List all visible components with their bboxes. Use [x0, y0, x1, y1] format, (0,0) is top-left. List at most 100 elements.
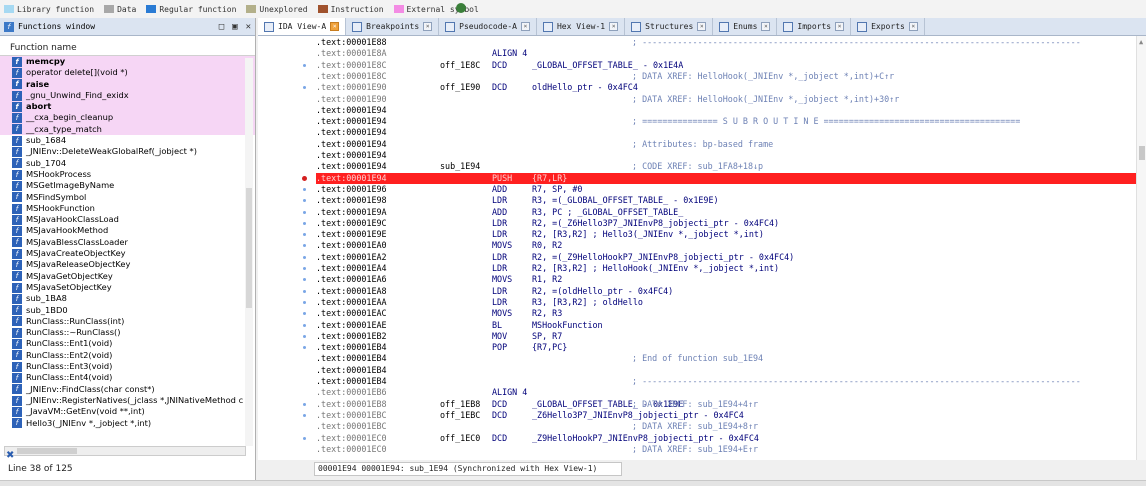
- function-list-item[interactable]: f sub_1BA8: [0, 293, 255, 304]
- tab-imports[interactable]: Imports ×: [777, 18, 852, 35]
- function-list-item[interactable]: f _JNIEnv::RegisterNatives(_jclass *,JNIN…: [0, 395, 255, 406]
- function-list-item[interactable]: f RunClass::Ent1(void): [0, 338, 255, 350]
- disasm-line[interactable]: .text:00001E9E LDR R2, [R3,R2] ; Hello3(_J…: [316, 229, 1136, 240]
- disasm-line[interactable]: .text:00001E94 ; Attributes: bp-based fra…: [316, 139, 1136, 150]
- float-icon[interactable]: ▣: [232, 22, 237, 32]
- function-list-item[interactable]: f RunClass::~RunClass(): [0, 327, 255, 338]
- disasm-line[interactable]: .text:00001E94: [316, 150, 1136, 161]
- function-list-item[interactable]: f __cxa_type_match: [0, 123, 255, 136]
- function-list-item[interactable]: f sub_1704: [0, 158, 255, 169]
- search-filter-icon[interactable]: ✖: [6, 450, 14, 461]
- disasm-line[interactable]: .text:00001EC0 off_1EC0 DCD _Z9HelloHookP7_…: [316, 433, 1136, 444]
- disasm-line[interactable]: .text:00001EB6 ALIGN 4: [316, 387, 1136, 398]
- function-list-item[interactable]: f sub_1BD0: [0, 305, 255, 316]
- breakpoint-icon[interactable]: [302, 175, 307, 181]
- disasm-line[interactable]: .text:00001E90 off_1E90 DCD oldHello_ptr - …: [316, 82, 1136, 93]
- disasm-line[interactable]: .text:00001EB2 MOV SP, R7: [316, 331, 1136, 342]
- disasm-line[interactable]: .text:00001EA6 MOVS R1, R2: [316, 274, 1136, 285]
- function-list-item[interactable]: f MSJavaGetObjectKey: [0, 271, 255, 282]
- disasm-line[interactable]: .text:00001EC0 ; DATA XREF: sub_1E94+E↑r: [316, 444, 1136, 455]
- close-icon[interactable]: ✕: [246, 22, 251, 32]
- function-list-item[interactable]: f Hello3(_JNIEnv *,_jobject *,int): [0, 418, 255, 429]
- disasm-line[interactable]: .text:00001EA8 LDR R2, =(oldHello_ptr - 0x…: [316, 286, 1136, 297]
- function-list-item[interactable]: f MSHookFunction: [0, 203, 255, 214]
- disasm-line[interactable]: .text:00001EBC off_1EBC DCD _Z6Hello3P7_JNI…: [316, 410, 1136, 421]
- function-list-item[interactable]: f MSJavaHookMethod: [0, 225, 255, 237]
- close-tab-icon[interactable]: ×: [520, 22, 530, 31]
- disasm-line[interactable]: .text:00001EB4 ; End of function sub_1E94: [316, 353, 1136, 364]
- close-tab-icon[interactable]: ×: [697, 22, 707, 31]
- disasm-line[interactable]: .text:00001E94: [316, 105, 1136, 116]
- tab-enums[interactable]: Enums ×: [713, 18, 778, 35]
- function-list-item[interactable]: f _JNIEnv::FindClass(char const*): [0, 384, 255, 395]
- disasm-line[interactable]: .text:00001E94 ; =============== S U B R …: [316, 116, 1136, 127]
- disasm-line[interactable]: .text:00001EAC MOVS R2, R3: [316, 308, 1136, 319]
- function-list-item[interactable]: f __cxa_begin_cleanup: [0, 112, 255, 124]
- tab-breakpoints[interactable]: Breakpoints ×: [346, 18, 440, 35]
- function-list-item[interactable]: f _JNIEnv::DeleteWeakGlobalRef(_jobject *…: [0, 146, 255, 158]
- function-list-item[interactable]: f RunClass::Ent4(void): [0, 372, 255, 383]
- disasm-line[interactable]: .text:00001E8A ALIGN 4: [316, 48, 1136, 59]
- function-list-item[interactable]: f raise: [0, 78, 255, 90]
- function-list-item[interactable]: f MSFindSymbol: [0, 192, 255, 203]
- ida-view-disassembly[interactable]: ▲ .text:00001E88 ; ----------------------…: [258, 36, 1146, 460]
- function-list-item[interactable]: f MSJavaReleaseObjectKey: [0, 259, 255, 270]
- function-list-item[interactable]: f _JavaVM::GetEnv(void **,int): [0, 406, 255, 417]
- disasm-line[interactable]: .text:00001E90 ; DATA XREF: HelloHook(_JN…: [316, 94, 1136, 105]
- functions-window-tab[interactable]: f Functions window □ ▣ ✕: [0, 18, 255, 36]
- function-list-item[interactable]: f MSHookProcess: [0, 169, 255, 180]
- function-list-item[interactable]: f RunClass::Ent2(void): [0, 350, 255, 361]
- function-list-item[interactable]: f sub_1684: [0, 135, 255, 146]
- disasm-line[interactable]: .text:00001E9C LDR R2, =(_Z6Hello3P7_JNIEn…: [316, 218, 1136, 229]
- disasm-line[interactable]: .text:00001EBC ; DATA XREF: sub_1E94+8↑r: [316, 421, 1136, 432]
- disasm-line[interactable]: .text:00001EB4: [316, 365, 1136, 376]
- disasm-line[interactable]: .text:00001E8C off_1E8C DCD _GLOBAL_OFFSET_…: [316, 60, 1136, 71]
- legend-swatch: [246, 5, 257, 13]
- disasm-line[interactable]: .text:00001E98 LDR R3, =(_GLOBAL_OFFSET_TA…: [316, 195, 1136, 206]
- function-list-item[interactable]: f memcpy: [0, 56, 255, 68]
- disasm-line[interactable]: .text:00001EB4 ; ------------------------…: [316, 376, 1136, 387]
- tab-hex-view-1[interactable]: Hex View-1 ×: [537, 18, 626, 35]
- function-list-item[interactable]: f RunClass::RunClass(int): [0, 316, 255, 327]
- function-list-item[interactable]: f _gnu_Unwind_Find_exidx: [0, 89, 255, 102]
- tab-exports[interactable]: Exports ×: [851, 18, 925, 35]
- disasm-line[interactable]: .text:00001EAA LDR R3, [R3,R2] ; oldHello: [316, 297, 1136, 308]
- scroll-up-icon[interactable]: ▲: [1139, 38, 1143, 46]
- disasm-line[interactable]: .text:00001EB8 off_1EB8 DCD _GLOBAL_OFFSET_…: [316, 399, 1136, 410]
- disasm-scrollbar[interactable]: ▲: [1136, 36, 1146, 460]
- disasm-line[interactable]: .text:00001EA0 MOVS R0, R2: [316, 240, 1136, 251]
- tab-structures[interactable]: Structures ×: [625, 18, 714, 35]
- function-list-item[interactable]: f MSJavaSetObjectKey: [0, 282, 255, 293]
- disasm-gutter[interactable]: [258, 36, 314, 460]
- function-list-item[interactable]: f RunClass::Ent3(void): [0, 361, 255, 372]
- disasm-line[interactable]: .text:00001EA2 LDR R2, =(_Z9HelloHookP7_JN…: [316, 252, 1136, 263]
- disasm-line[interactable]: .text:00001E94 sub_1E94 ; CODE XREF: sub_1…: [316, 161, 1136, 172]
- function-list-hscrollbar[interactable]: [4, 446, 246, 456]
- function-name-column-header[interactable]: Function name: [0, 40, 255, 56]
- disasm-line[interactable]: .text:00001E88 ; ------------------------…: [316, 37, 1136, 48]
- function-list-item[interactable]: f MSGetImageByName: [0, 180, 255, 191]
- disasm-line[interactable]: .text:00001E96 ADD R7, SP, #0: [316, 184, 1136, 195]
- function-list-item[interactable]: f MSJavaHookClassLoad: [0, 214, 255, 225]
- disasm-line[interactable]: .text:00001E8C ; DATA XREF: HelloHook(_JN…: [316, 71, 1136, 82]
- function-list-scrollbar[interactable]: [245, 58, 253, 446]
- close-tab-icon[interactable]: ×: [835, 22, 845, 31]
- function-list-item[interactable]: f MSJavaBlessClassLoader: [0, 237, 255, 248]
- current-instruction-line[interactable]: .text:00001E94 PUSH {R7,LR}: [316, 172, 1136, 184]
- close-tab-icon[interactable]: ×: [609, 22, 619, 31]
- close-tab-icon[interactable]: ×: [423, 22, 433, 31]
- tab-ida-view-a[interactable]: IDA View-A ×: [258, 18, 347, 35]
- function-list-item[interactable]: f MSJavaCreateObjectKey: [0, 248, 255, 259]
- tab-pseudocode-a[interactable]: Pseudocode-A ×: [439, 18, 537, 35]
- close-tab-icon[interactable]: ×: [908, 22, 918, 31]
- disasm-line[interactable]: .text:00001EA4 LDR R2, [R3,R2] ; HelloHook…: [316, 263, 1136, 274]
- close-tab-icon[interactable]: ×: [761, 22, 771, 31]
- restore-icon[interactable]: □: [219, 22, 224, 32]
- disasm-line[interactable]: .text:00001EAE BL MSHookFunction: [316, 320, 1136, 331]
- disasm-line[interactable]: .text:00001EB4 POP {R7,PC}: [316, 342, 1136, 353]
- function-list-item[interactable]: f abort: [0, 101, 255, 113]
- function-list-item[interactable]: f operator delete[](void *): [0, 67, 255, 79]
- close-tab-icon[interactable]: ×: [330, 22, 340, 31]
- disasm-line[interactable]: .text:00001E94: [316, 127, 1136, 138]
- disasm-line[interactable]: .text:00001E9A ADD R3, PC ; _GLOBAL_OFFSET…: [316, 207, 1136, 218]
